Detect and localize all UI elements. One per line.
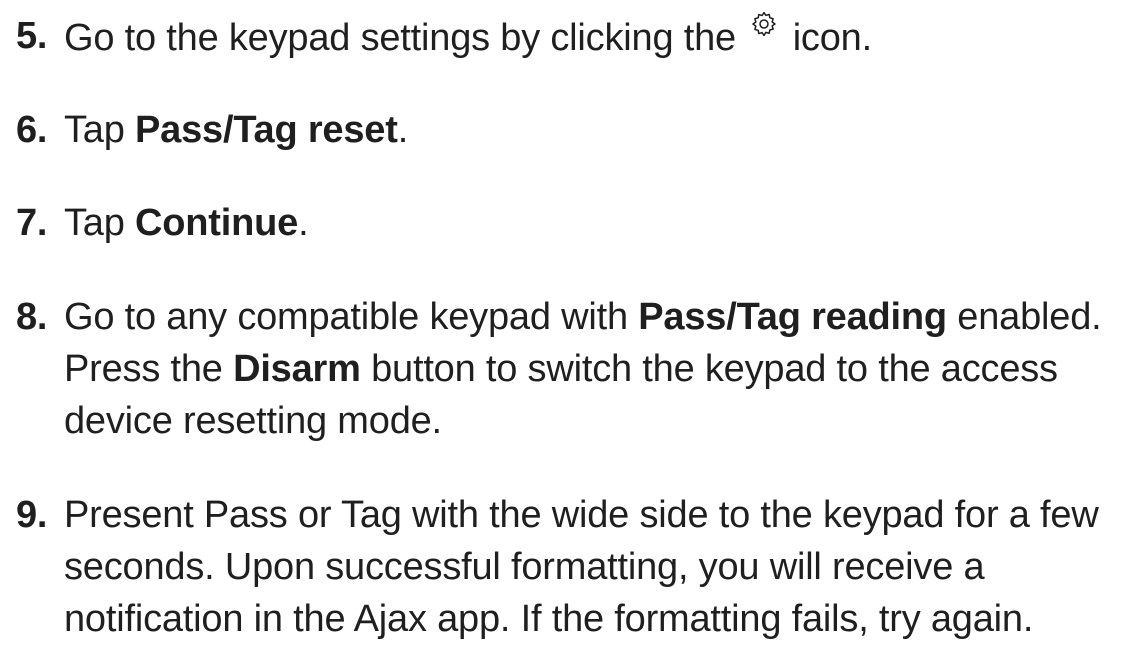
step-text: Tap Pass/Tag reset.: [64, 104, 1119, 156]
step-line: Go to any compatible keypad with Pass/Ta…: [64, 291, 1119, 343]
step-text-part: Tap: [64, 202, 136, 244]
step-line: notification in the Ajax app. If the for…: [64, 598, 1034, 640]
gear-icon: [750, 10, 778, 38]
step-text: Present Pass or Tag with the wide side t…: [64, 489, 1119, 645]
step-number: 7.: [16, 202, 48, 244]
step-text-part: enabled.: [946, 296, 1102, 338]
step-text-part: Go to any compatible keypad with: [64, 296, 639, 338]
step-text-part: Press the: [64, 348, 234, 390]
ui-term-continue: Continue: [135, 202, 299, 244]
ui-term-disarm: Disarm: [233, 348, 361, 390]
step-line: Press the Disarm button to switch the ke…: [64, 343, 1119, 395]
step-text-part: .: [397, 109, 409, 151]
step-number: 9.: [16, 494, 48, 536]
step-text: Go to any compatible keypad with Pass/Ta…: [64, 291, 1119, 447]
step-text: Tap Continue.: [64, 197, 1119, 249]
step-number: 5.: [16, 15, 48, 57]
ui-term-pass-tag-reset: Pass/Tag reset: [135, 109, 398, 151]
step-line: Present Pass or Tag with the wide side t…: [64, 494, 1099, 536]
ui-term-pass-tag-reading: Pass/Tag reading: [638, 296, 947, 338]
step-text-part: Tap: [64, 109, 136, 151]
step-text-part: .: [298, 202, 309, 244]
step-text-part: Go to the keypad settings by clicking th…: [64, 17, 736, 59]
step-text-part: device resetting mode.: [64, 400, 442, 442]
step-line: seconds. Upon successful formatting, you…: [64, 546, 985, 588]
step-line: device resetting mode.: [64, 395, 1119, 447]
step-number: 8.: [16, 296, 48, 338]
step-text-part: button to switch the keypad to the acces…: [360, 348, 1058, 390]
step-text-part: icon.: [792, 17, 872, 59]
step-number: 6.: [16, 109, 48, 151]
step-text: Go to the keypad settings by clicking th…: [64, 10, 1119, 64]
